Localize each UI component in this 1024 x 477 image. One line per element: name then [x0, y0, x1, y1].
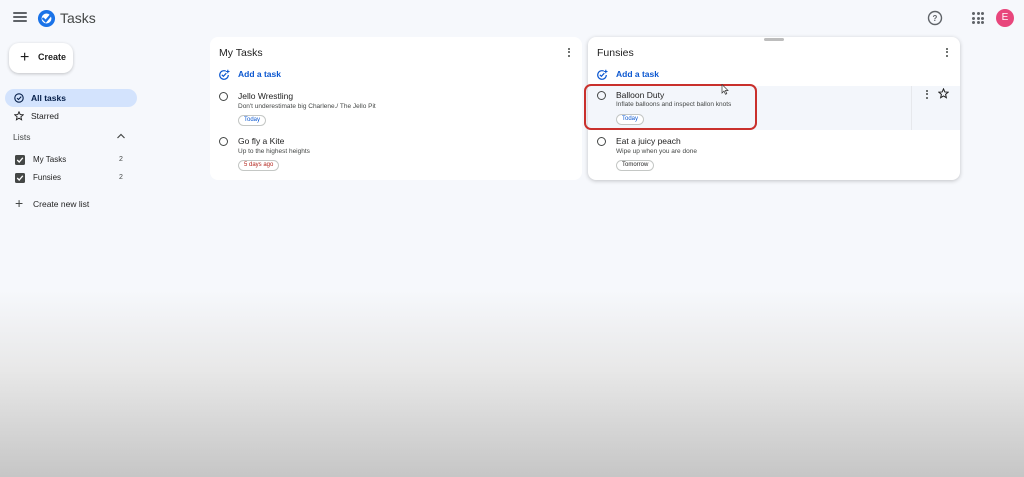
svg-text:?: ? [933, 14, 938, 23]
drag-handle[interactable] [764, 38, 784, 41]
plus-icon: + [15, 195, 24, 211]
complete-task-checkbox[interactable] [597, 137, 606, 146]
due-date-chip[interactable]: Today [238, 115, 267, 126]
task-more-vert-icon[interactable] [924, 89, 930, 101]
task-item[interactable]: Balloon Duty Inflate balloons and inspec… [588, 86, 960, 130]
task-item[interactable]: Go fly a Kite Up to the highest heights … [210, 134, 582, 174]
due-date-chip[interactable]: Today [616, 114, 645, 125]
list-item-funsies[interactable]: Funsies 2 [5, 170, 133, 186]
plus-icon: + [20, 49, 30, 66]
all-tasks-icon [14, 93, 24, 103]
nav-item-label: All tasks [31, 93, 66, 103]
tasks-logo-icon [37, 9, 56, 28]
star-icon [14, 111, 24, 121]
task-description: Don't underestimate big Charlene./ The J… [238, 103, 376, 110]
card-title: Funsies [597, 47, 634, 59]
list-checkbox[interactable] [15, 173, 25, 183]
create-new-list-label: Create new list [33, 199, 90, 209]
add-task-icon [219, 69, 230, 80]
list-count: 2 [119, 174, 123, 181]
list-label: My Tasks [33, 155, 67, 164]
task-title: Go fly a Kite [238, 136, 285, 146]
list-item-my-tasks[interactable]: My Tasks 2 [5, 152, 133, 168]
star-icon[interactable] [938, 88, 949, 99]
nav-item-all-tasks[interactable]: All tasks [5, 89, 137, 107]
task-title: Eat a juicy peach [616, 136, 681, 146]
task-description: Up to the highest heights [238, 148, 310, 155]
task-item[interactable]: Jello Wrestling Don't underestimate big … [210, 89, 582, 129]
chevron-up-icon[interactable] [116, 131, 126, 141]
card-title: My Tasks [219, 47, 263, 59]
create-button[interactable]: + Create [9, 43, 73, 73]
add-task-button[interactable]: Add a task [596, 68, 696, 82]
nav-item-label: Starred [31, 111, 59, 121]
due-date-chip[interactable]: Tomorrow [616, 160, 655, 171]
list-checkbox[interactable] [15, 155, 25, 165]
menu-icon[interactable] [12, 10, 28, 26]
app-header: Tasks ? E [0, 0, 1024, 38]
create-label: Create [38, 52, 67, 62]
nav-item-starred[interactable]: Starred [5, 107, 137, 125]
add-task-label: Add a task [616, 69, 659, 79]
add-task-icon [597, 69, 608, 80]
add-task-label: Add a task [238, 69, 281, 79]
task-title: Jello Wrestling [238, 91, 294, 101]
task-item[interactable]: Eat a juicy peach Wipe up when you are d… [588, 134, 960, 174]
more-vert-icon[interactable] [566, 47, 572, 59]
task-list-card-my-tasks: My Tasks Add a task Jello Wrestling Don'… [210, 37, 582, 180]
task-list-card-funsies: Funsies Add a task Balloon Duty Inflate … [588, 37, 960, 180]
complete-task-checkbox[interactable] [597, 91, 606, 100]
avatar[interactable]: E [996, 9, 1014, 27]
add-task-button[interactable]: Add a task [218, 68, 318, 82]
more-vert-icon[interactable] [944, 47, 950, 59]
task-description: Inflate balloons and inspect ballon knot… [616, 101, 732, 108]
app-title: Tasks [60, 10, 96, 26]
complete-task-checkbox[interactable] [219, 92, 228, 101]
due-date-chip[interactable]: 5 days ago [238, 160, 280, 171]
list-count: 2 [119, 156, 123, 163]
task-description: Wipe up when you are done [616, 148, 697, 155]
list-label: Funsies [33, 173, 62, 182]
create-new-list-button[interactable]: + Create new list [5, 195, 137, 212]
row-divider [911, 86, 912, 130]
task-title: Balloon Duty [616, 90, 665, 100]
apps-grid-icon[interactable] [972, 12, 984, 24]
mouse-cursor-icon [721, 84, 729, 95]
complete-task-checkbox[interactable] [219, 137, 228, 146]
help-icon[interactable]: ? [927, 10, 943, 26]
lists-heading: Lists [13, 132, 31, 142]
